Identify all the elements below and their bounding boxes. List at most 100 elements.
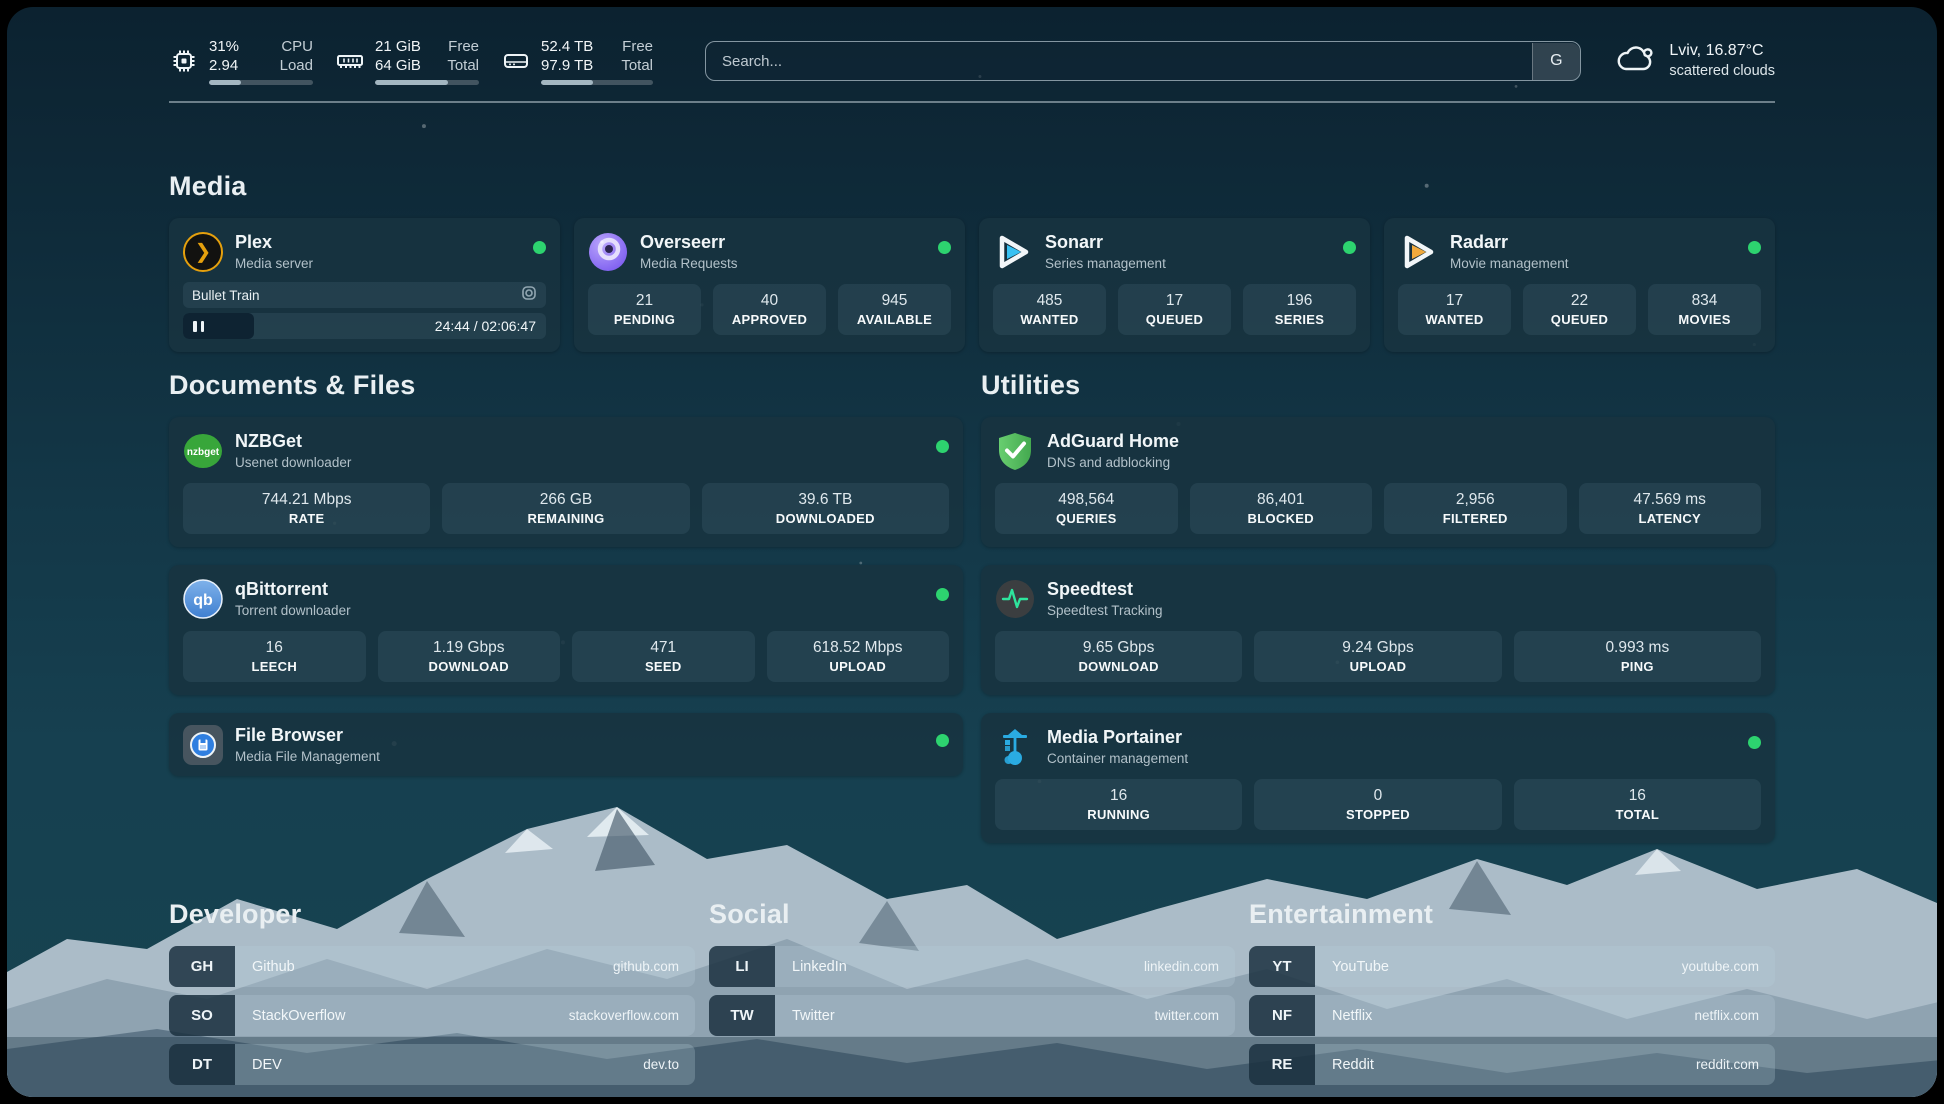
speedtest-subtitle: Speedtest Tracking: [1047, 602, 1163, 619]
search-input[interactable]: [705, 41, 1581, 81]
qbittorrent-card[interactable]: qb qBittorrent Torrent downloader 16LEEC…: [169, 565, 963, 695]
memory-free-label: Free: [448, 37, 479, 56]
overseerr-title: Overseerr: [640, 231, 738, 253]
radarr-stat-movies: 834MOVIES: [1648, 284, 1761, 335]
memory-total-value: 64 GiB: [375, 56, 421, 75]
filebrowser-icon: [183, 725, 223, 765]
plex-card[interactable]: ❯ Plex Media server Bullet Train: [169, 218, 560, 352]
portainer-title: Media Portainer: [1047, 726, 1188, 748]
qbittorrent-stat-download: 1.19 GbpsDOWNLOAD: [378, 631, 561, 682]
qbittorrent-stat-upload: 618.52 MbpsUPLOAD: [767, 631, 950, 682]
section-heading-developer: Developer: [169, 899, 695, 930]
qbittorrent-subtitle: Torrent downloader: [235, 602, 351, 619]
qbittorrent-icon: qb: [183, 579, 223, 619]
bookmark-youtube[interactable]: YT YouTube youtube.com: [1249, 946, 1775, 987]
bookmarks-entertainment: Entertainment YT YouTube youtube.com NF …: [1249, 899, 1775, 1085]
memory-progress-fill: [375, 80, 448, 85]
filebrowser-title: File Browser: [235, 724, 380, 746]
stackoverflow-abbr-badge: SO: [169, 995, 235, 1036]
cpu-icon: [169, 46, 199, 76]
portainer-stat-running: 16RUNNING: [995, 779, 1242, 830]
disk-total-label: Total: [621, 56, 653, 75]
memory-total-label: Total: [447, 56, 479, 75]
adguard-card[interactable]: AdGuard Home DNS and adblocking 498,564Q…: [981, 417, 1775, 547]
disk-progress-bar: [541, 80, 653, 85]
cpu-usage-value: 31%: [209, 37, 239, 56]
sonarr-stat-wanted: 485WANTED: [993, 284, 1106, 335]
nzbget-status-dot: [936, 440, 949, 453]
search-box: G: [705, 41, 1581, 81]
radarr-subtitle: Movie management: [1450, 255, 1569, 272]
plex-title: Plex: [235, 231, 313, 253]
section-heading-documents: Documents & Files: [169, 370, 963, 401]
weather-widget: Lviv, 16.87°C scattered clouds: [1615, 40, 1775, 82]
filebrowser-card[interactable]: File Browser Media File Management: [169, 713, 963, 776]
bookmark-stackoverflow[interactable]: SO StackOverflow stackoverflow.com: [169, 995, 695, 1036]
plex-playback-progress: 24:44 / 02:06:47: [183, 313, 546, 339]
qbittorrent-stat-seed: 471SEED: [572, 631, 755, 682]
nzbget-stat-downloaded: 39.6 TBDOWNLOADED: [702, 483, 949, 534]
section-heading-social: Social: [709, 899, 1235, 930]
twitter-abbr-badge: TW: [709, 995, 775, 1036]
disk-free-label: Free: [622, 37, 653, 56]
adguard-icon: [995, 431, 1035, 471]
memory-progress-bar: [375, 80, 479, 85]
overseerr-stat-pending: 21PENDING: [588, 284, 701, 335]
nzbget-card[interactable]: nzbget NZBGet Usenet downloader 744.21 M…: [169, 417, 963, 547]
portainer-stat-stopped: 0STOPPED: [1254, 779, 1501, 830]
overseerr-stat-approved: 40APPROVED: [713, 284, 826, 335]
sonarr-card[interactable]: Sonarr Series management 485WANTED 17QUE…: [979, 218, 1370, 352]
qbittorrent-stat-leech: 16LEECH: [183, 631, 366, 682]
adguard-title: AdGuard Home: [1047, 430, 1179, 452]
adguard-stat-filtered: 2,956FILTERED: [1384, 483, 1567, 534]
portainer-card[interactable]: Media Portainer Container management 16R…: [981, 713, 1775, 843]
disk-free-value: 52.4 TB: [541, 37, 593, 56]
bookmarks-social: Social LI LinkedIn linkedin.com TW Twitt…: [709, 899, 1235, 1085]
bookmark-twitter[interactable]: TW Twitter twitter.com: [709, 995, 1235, 1036]
speedtest-card[interactable]: Speedtest Speedtest Tracking 9.65 GbpsDO…: [981, 565, 1775, 695]
github-abbr-badge: GH: [169, 946, 235, 987]
cpu-load-label: Load: [280, 56, 313, 75]
view-session-icon[interactable]: [521, 285, 537, 306]
overseerr-stat-available: 945AVAILABLE: [838, 284, 951, 335]
sonarr-title: Sonarr: [1045, 231, 1166, 253]
radarr-title: Radarr: [1450, 231, 1569, 253]
utilities-column: Utilities AdGuard: [981, 370, 1775, 843]
portainer-status-dot: [1748, 736, 1761, 749]
section-heading-utilities: Utilities: [981, 370, 1775, 401]
nzbget-stat-rate: 744.21 MbpsRATE: [183, 483, 430, 534]
overseerr-card[interactable]: Overseerr Media Requests 21PENDING 40APP…: [574, 218, 965, 352]
sonarr-stat-queued: 17QUEUED: [1118, 284, 1231, 335]
cpu-load-value: 2.94: [209, 56, 239, 75]
radarr-status-dot: [1748, 241, 1761, 254]
sonarr-stat-series: 196SERIES: [1243, 284, 1356, 335]
adguard-stat-queries: 498,564QUERIES: [995, 483, 1178, 534]
bookmark-reddit[interactable]: RE Reddit reddit.com: [1249, 1044, 1775, 1085]
speedtest-stat-download: 9.65 GbpsDOWNLOAD: [995, 631, 1242, 682]
svg-text:qb: qb: [193, 592, 213, 609]
disk-widget: 52.4 TB 97.9 TB Free Total: [501, 37, 653, 85]
cpu-progress-bar: [209, 80, 313, 85]
bookmark-github[interactable]: GH Github github.com: [169, 946, 695, 987]
filebrowser-subtitle: Media File Management: [235, 748, 380, 765]
nzbget-subtitle: Usenet downloader: [235, 454, 351, 471]
cpu-widget: 31% 2.94 CPU Load: [169, 37, 313, 85]
adguard-stat-blocked: 86,401BLOCKED: [1190, 483, 1373, 534]
documents-column: Documents & Files nzbget NZBGet Usenet d: [169, 370, 963, 776]
bookmark-dev[interactable]: DT DEV dev.to: [169, 1044, 695, 1085]
radarr-card[interactable]: Radarr Movie management 17WANTED 22QUEUE…: [1384, 218, 1775, 352]
speedtest-stat-ping: 0.993 msPING: [1514, 631, 1761, 682]
top-bar: 31% 2.94 CPU Load: [169, 7, 1775, 85]
google-search-button[interactable]: G: [1532, 43, 1580, 80]
sonarr-icon: [993, 232, 1033, 272]
disk-total-value: 97.9 TB: [541, 56, 593, 75]
bookmark-netflix[interactable]: NF Netflix netflix.com: [1249, 995, 1775, 1036]
portainer-icon: [995, 727, 1035, 767]
youtube-abbr-badge: YT: [1249, 946, 1315, 987]
disk-progress-fill: [541, 80, 593, 85]
section-heading-media: Media: [169, 171, 1775, 202]
overseerr-icon: [588, 232, 628, 272]
bookmark-linkedin[interactable]: LI LinkedIn linkedin.com: [709, 946, 1235, 987]
dev-abbr-badge: DT: [169, 1044, 235, 1085]
cloud-icon: [1615, 43, 1657, 80]
